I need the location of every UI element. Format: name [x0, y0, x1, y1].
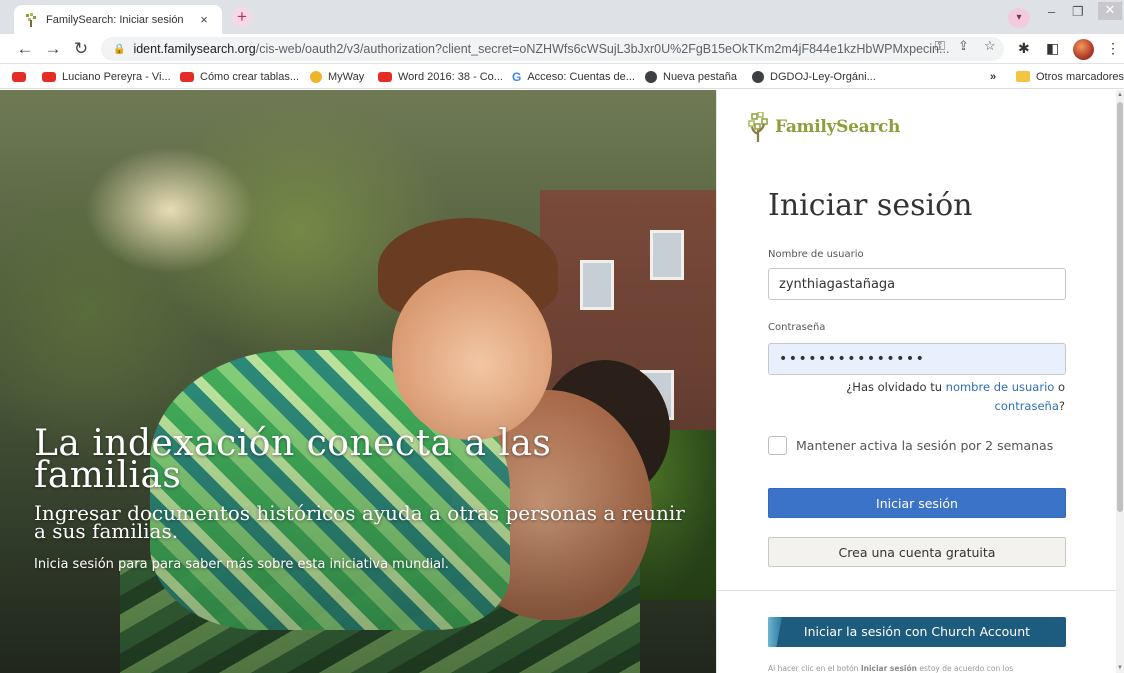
restore-icon[interactable]: ❐: [1072, 4, 1084, 20]
bookmark-item[interactable]: DGDOJ-Ley-Orgáni...: [752, 64, 876, 89]
youtube-icon: [12, 71, 26, 82]
close-window-icon[interactable]: ✕: [1098, 2, 1122, 20]
youtube-icon: [180, 71, 194, 82]
bookmark-youtube-standalone[interactable]: [12, 64, 32, 89]
reload-icon[interactable]: ↻: [70, 38, 92, 60]
forgot-password-link[interactable]: contraseña: [995, 399, 1059, 413]
login-panel: FamilySearch Iniciar sesión Nombre de us…: [716, 90, 1117, 673]
hero-subtitle: Ingresar documentos históricos ayuda a o…: [34, 501, 685, 543]
tab-search-icon[interactable]: ▾: [1008, 8, 1030, 28]
new-tab-button[interactable]: +: [232, 7, 252, 27]
password-label: Contraseña: [768, 322, 826, 333]
password-key-icon[interactable]: ⚿: [935, 38, 945, 54]
tab-close-icon[interactable]: ×: [196, 12, 212, 27]
keep-signed-in-label: Mantener activa la sesión por 2 semanas: [796, 438, 1054, 453]
create-account-button[interactable]: Crea una cuenta gratuita: [768, 537, 1066, 567]
forgot-prefix: ¿Has olvidado tu: [846, 380, 946, 394]
brand-name: FamilySearch: [775, 117, 901, 137]
terms-text: Al hacer clic en el botón Iniciar sesión…: [768, 664, 1068, 673]
church-account-button[interactable]: Iniciar la sesión con Church Account: [768, 617, 1066, 647]
tab-title: FamilySearch: Iniciar sesión: [46, 13, 184, 26]
bookmark-label: MyWay: [328, 70, 365, 83]
bookmark-label: DGDOJ-Ley-Orgáni...: [770, 70, 876, 83]
other-bookmarks-folder[interactable]: Otros marcadores: [1016, 64, 1124, 89]
menu-kebab-icon[interactable]: ⋮: [1106, 40, 1120, 57]
globe-icon: [752, 70, 764, 83]
username-label: Nombre de usuario: [768, 249, 864, 260]
url-text: ident.familysearch.org/cis-web/oauth2/v3…: [133, 42, 1004, 56]
profile-avatar-icon[interactable]: [1073, 39, 1094, 60]
scroll-up-icon[interactable]: ▲: [1116, 92, 1124, 98]
other-bookmarks-label: Otros marcadores: [1036, 70, 1124, 83]
church-account-label: Iniciar la sesión con Church Account: [803, 624, 1031, 639]
youtube-icon: [42, 71, 56, 82]
scrollbar-thumb[interactable]: [1117, 102, 1123, 512]
hero-text: La indexación conecta a las familias Ing…: [34, 423, 694, 573]
username-input[interactable]: zynthiagastañaga: [768, 268, 1066, 300]
terms-suffix: estoy de acuerdo con los: [916, 664, 1014, 673]
familysearch-favicon-icon: [26, 12, 36, 27]
bookmark-label: Acceso: Cuentas de...: [527, 70, 635, 83]
bookmark-item[interactable]: Nueva pestaña: [645, 64, 737, 89]
keep-signed-in-checkbox[interactable]: [768, 436, 787, 455]
address-bar[interactable]: 🔒 ident.familysearch.org/cis-web/oauth2/…: [101, 37, 1004, 61]
bookmark-label: Word 2016: 38 - Co...: [398, 70, 503, 83]
scroll-down-icon[interactable]: ▼: [1116, 665, 1124, 671]
url-host: ident.familysearch.org: [133, 42, 256, 56]
familysearch-logo[interactable]: FamilySearch: [747, 112, 900, 142]
bookmark-label: Cómo crear tablas...: [200, 70, 300, 83]
globe-icon: [645, 70, 657, 83]
forgot-username-link[interactable]: nombre de usuario: [946, 380, 1055, 394]
bookmark-label: Luciano Pereyra - Vi...: [62, 70, 171, 83]
family-tree-logo-icon: [748, 112, 768, 142]
folder-icon: [1016, 71, 1030, 82]
hero-photo: La indexación conecta a las familias Ing…: [0, 90, 716, 673]
bookmark-item[interactable]: Cómo crear tablas...: [180, 64, 299, 89]
youtube-icon: [378, 71, 392, 82]
signin-heading: Iniciar sesión: [768, 188, 973, 223]
signin-button[interactable]: Iniciar sesión: [768, 488, 1066, 518]
password-input[interactable]: •••••••••••••••: [768, 343, 1066, 375]
browser-tab[interactable]: FamilySearch: Iniciar sesión ×: [14, 5, 222, 34]
browser-tab-bar: FamilySearch: Iniciar sesión × + ▾ – ❐ ✕: [0, 0, 1124, 34]
bookmark-item[interactable]: Word 2016: 38 - Co...: [378, 64, 503, 89]
back-icon[interactable]: ←: [14, 38, 36, 60]
hero-cta: Inicia sesión para para saber más sobre …: [34, 557, 449, 572]
forgot-credentials: ¿Has olvidado tu nombre de usuario o con…: [768, 378, 1065, 416]
bookmark-item[interactable]: MyWay: [310, 64, 364, 89]
section-divider: [717, 590, 1117, 591]
browser-toolbar: ← → ↻ 🔒 ident.familysearch.org/cis-web/o…: [0, 34, 1124, 64]
bookmark-star-icon[interactable]: ☆: [984, 38, 996, 54]
forgot-suffix: ?: [1058, 399, 1065, 413]
bookmark-item[interactable]: Luciano Pereyra - Vi...: [42, 64, 171, 89]
bookmarks-overflow-icon[interactable]: »: [990, 64, 996, 89]
bookmarks-bar: Luciano Pereyra - Vi... Cómo crear tabla…: [0, 64, 1124, 89]
forward-icon[interactable]: →: [42, 38, 64, 60]
keep-signed-in[interactable]: Mantener activa la sesión por 2 semanas: [768, 436, 1053, 455]
forgot-or: o: [1054, 380, 1065, 394]
bookmark-label: Nueva pestaña: [663, 70, 737, 83]
myway-icon: [310, 70, 322, 83]
bookmark-item[interactable]: G Acceso: Cuentas de...: [512, 64, 635, 89]
side-panel-icon[interactable]: ◧: [1046, 40, 1059, 57]
church-stripe-icon: [768, 617, 782, 647]
url-path: /cis-web/oauth2/v3/authorization?client_…: [255, 42, 950, 56]
google-icon: G: [512, 69, 522, 84]
page-scrollbar[interactable]: ▲ ▼: [1116, 90, 1124, 673]
extensions-puzzle-icon[interactable]: ✱: [1018, 40, 1030, 57]
hero-title: La indexación conecta a las familias: [34, 423, 552, 496]
terms-prefix: Al hacer clic en el botón: [768, 664, 861, 673]
lock-icon[interactable]: 🔒: [113, 44, 125, 55]
terms-bold: Iniciar sesión: [860, 664, 917, 673]
share-icon[interactable]: ⇪: [958, 38, 969, 54]
minimize-icon[interactable]: –: [1048, 4, 1055, 19]
